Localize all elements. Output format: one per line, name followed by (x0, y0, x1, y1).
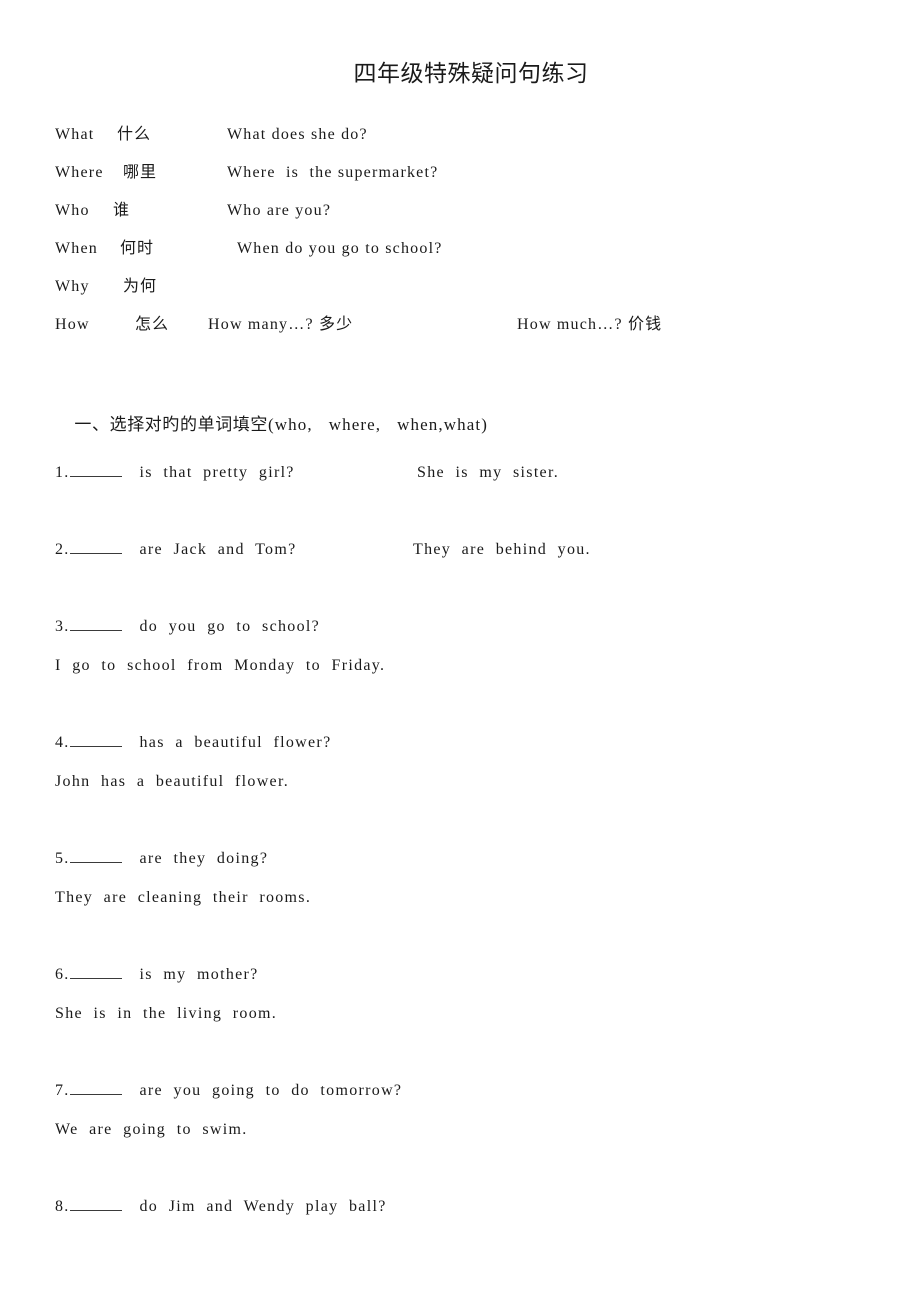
question-word-chinese: 怎么 (135, 316, 170, 333)
question-word-english: What (55, 126, 95, 143)
exercise-question-text: are they doing? (123, 850, 269, 867)
worksheet-page: 四年级特殊疑问句练习 What 什么 What does she do? Where 哪… (0, 0, 920, 1302)
exercise-question-line: 8. do Jim and Wendy play ball? (55, 1196, 885, 1218)
exercise-number: 1. (55, 464, 70, 481)
fill-in-blank[interactable] (69, 540, 122, 554)
exercise-number: 7. (55, 1082, 70, 1099)
exercise-question-line: 3. do you go to school? (55, 616, 885, 638)
exercise-answer-inline: They are behind you. (413, 541, 591, 558)
exercise-question-line: 1. is that pretty girl? She is my sister. (55, 462, 885, 484)
exercise-answer-line: We are going to swim. (55, 1121, 248, 1138)
fill-in-blank[interactable] (69, 1081, 122, 1095)
exercise-item: 1. is that pretty girl? She is my sister. (55, 462, 885, 484)
section-heading-chinese: 一、选择对旳的单词填空 (74, 415, 269, 434)
question-word-example: What does she do? (227, 126, 368, 143)
exercise-item: 3. do you go to school? I go to school fr… (55, 616, 885, 677)
exercise-number: 3. (55, 618, 70, 635)
question-word-english: Who (55, 202, 90, 219)
exercise-number: 5. (55, 850, 70, 867)
question-word-english: Where (55, 164, 104, 181)
exercise-question-text: is my mother? (123, 966, 259, 983)
exercise-answer-line: She is in the living room. (55, 1005, 278, 1022)
exercise-number: 8. (55, 1198, 70, 1215)
fill-in-blank[interactable] (69, 849, 122, 863)
question-word-row: Where 哪里 Where is the supermarket? (55, 154, 885, 192)
question-word-english: Why (55, 278, 90, 295)
exercise-question-text: has a beautiful flower? (123, 734, 332, 751)
question-word-row: When 何时 When do you go to school? (55, 230, 885, 268)
exercise-item: 5. are they doing? They are cleaning thei… (55, 848, 885, 909)
fill-in-blank[interactable] (69, 1197, 122, 1211)
exercise-question-line: 4. has a beautiful flower? (55, 732, 885, 754)
exercise-question-line: 6. is my mother? (55, 964, 885, 986)
exercise-item: 7. are you going to do tomorrow? We are g… (55, 1080, 885, 1141)
section-heading: 一、选择对旳的单词填空(who, where, when,what) (55, 386, 488, 464)
exercise-answer-inline: She is my sister. (417, 464, 560, 481)
exercise-question-text: are you going to do tomorrow? (123, 1082, 403, 1099)
question-word-english: How (55, 316, 90, 333)
question-word-example: Who are you? (227, 202, 332, 219)
question-word-table: What 什么 What does she do? Where 哪里 Where is t… (55, 116, 885, 344)
exercise-question-text: do you go to school? (123, 618, 321, 635)
question-word-example: When do you go to school? (237, 240, 443, 257)
exercise-item: 6. is my mother? She is in the living roo… (55, 964, 885, 1025)
page-title: 四年级特殊疑问句练习 (353, 61, 589, 86)
exercise-item: 2. are Jack and Tom? They are behind you. (55, 539, 885, 561)
question-word-example: Where is the supermarket? (227, 164, 439, 181)
question-word-chinese: 哪里 (123, 164, 158, 181)
exercise-number: 4. (55, 734, 70, 751)
question-word-example-secondary: How much…? 价钱 (517, 316, 663, 333)
exercise-question-text: are Jack and Tom? (123, 541, 297, 558)
question-word-chinese: 什么 (117, 126, 152, 143)
exercise-list: 1. is that pretty girl? She is my sister.… (55, 462, 885, 1218)
section-heading-options: (who, where, when,what) (268, 415, 488, 434)
exercise-question-line: 5. are they doing? (55, 848, 885, 870)
exercise-answer-line: I go to school from Monday to Friday. (55, 657, 386, 674)
question-word-chinese: 谁 (113, 202, 131, 219)
question-word-english: When (55, 240, 99, 257)
question-word-chinese: 何时 (120, 240, 155, 257)
exercise-answer-line: John has a beautiful flower. (55, 773, 289, 790)
exercise-question-line: 7. are you going to do tomorrow? (55, 1080, 885, 1102)
exercise-question-line: 2. are Jack and Tom? They are behind you. (55, 539, 885, 561)
exercise-answer-line: They are cleaning their rooms. (55, 889, 312, 906)
question-word-row: How 怎么 How many…? 多少 How much…? 价钱 (55, 306, 885, 344)
exercise-question-text: is that pretty girl? (123, 464, 295, 481)
exercise-item: 4. has a beautiful flower? John has a bea… (55, 732, 885, 793)
question-word-row: Why 为何 (55, 268, 885, 306)
fill-in-blank[interactable] (69, 617, 122, 631)
fill-in-blank[interactable] (69, 733, 122, 747)
exercise-item: 8. do Jim and Wendy play ball? (55, 1196, 885, 1218)
question-word-chinese: 为何 (123, 278, 158, 295)
exercise-number: 2. (55, 541, 70, 558)
question-word-example: How many…? 多少 (208, 316, 354, 333)
exercise-number: 6. (55, 966, 70, 983)
question-word-row: What 什么 What does she do? (55, 116, 885, 154)
fill-in-blank[interactable] (69, 965, 122, 979)
question-word-row: Who 谁 Who are you? (55, 192, 885, 230)
fill-in-blank[interactable] (69, 463, 122, 477)
exercise-question-text: do Jim and Wendy play ball? (123, 1198, 387, 1215)
